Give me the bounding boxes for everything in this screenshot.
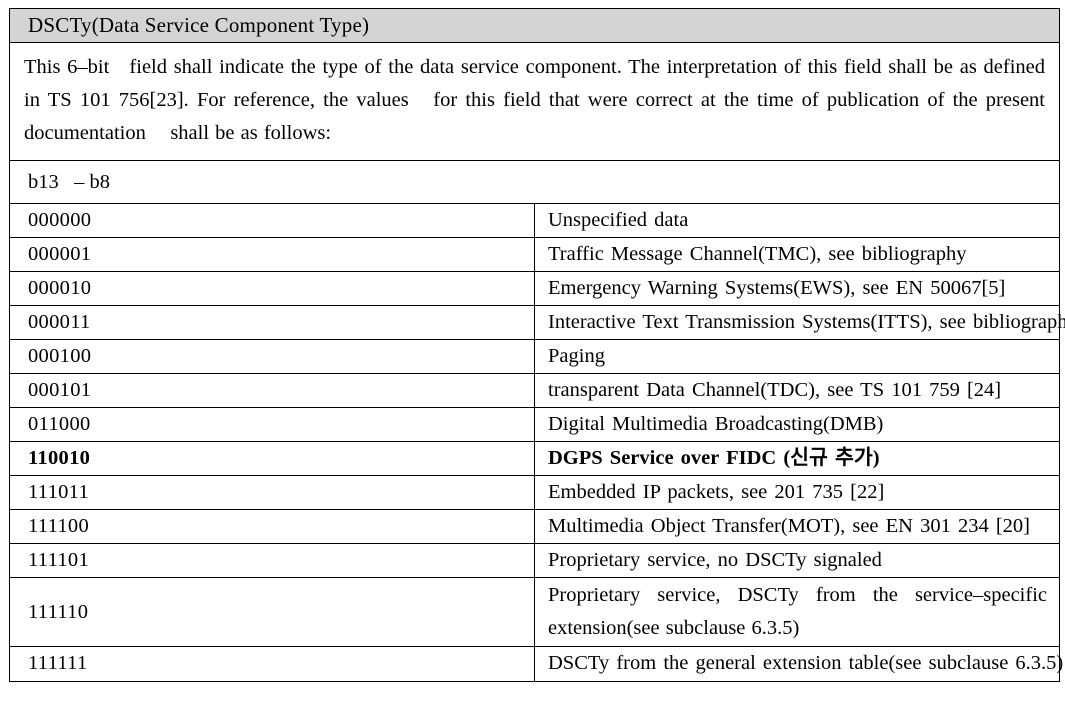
code-value: 110010 [28,447,91,469]
description-value: Paging [548,345,605,367]
dscty-values-table: b13 – b8 000000 Unspecified data 000001 Tra… [10,161,1065,681]
cell-description: Digital Multimedia Broadcasting(DMB) [534,407,1059,442]
code-value: 000010 [28,277,92,299]
table-row: 000010 Emergency Warning Systems(EWS), se… [10,271,1059,306]
cell-code: 111111 [10,646,535,681]
description-value: Multimedia Object Transfer(MOT), see EN … [548,515,1030,537]
cell-description: Interactive Text Transmission Systems(IT… [534,305,1065,340]
code-value: 111100 [28,515,90,537]
description-value: Unspecified data [548,209,689,231]
dscty-definition-block: DSCTy(Data Service Component Type) This … [9,8,1065,682]
cell-description: Emergency Warning Systems(EWS), see EN 5… [534,271,1059,306]
description-value: DSCTy from the general extension table(s… [548,652,1064,675]
table-row: 110010 DGPS Service over FIDC (신규 추가) [10,441,1059,476]
table-row: 000100 Paging [10,339,1059,374]
cell-code: 111110 [10,577,535,647]
code-value: 000101 [28,379,92,401]
cell-code: 000100 [10,339,535,374]
description-value: Traffic Message Channel(TMC), see biblio… [548,243,967,265]
table-row: 000011 Interactive Text Transmission Syst… [10,305,1065,340]
code-value: 111101 [28,549,90,571]
table-row: 111110 Proprietary service, DSCTy from th… [10,577,1059,647]
table-row: 000101 transparent Data Channel(TDC), see… [10,373,1059,408]
cell-code: 000011 [10,305,535,340]
cell-description: transparent Data Channel(TDC), see TS 10… [534,373,1059,408]
table-row: 111011 Embedded IP packets, see 201 735 [… [10,475,1059,510]
cell-code: 011000 [10,407,535,442]
section-header-title: DSCTy(Data Service Component Type) [10,9,1059,43]
code-value: 000001 [28,243,92,265]
description-value: DGPS Service over FIDC (신규 추가) [548,447,880,469]
cell-description: Proprietary service, no DSCTy signaled [534,543,1059,578]
table-row: 011000 Digital Multimedia Broadcasting(DM… [10,407,1059,442]
cell-description: Unspecified data [534,203,1059,238]
table-row: 000001 Traffic Message Channel(TMC), see … [10,237,1059,272]
document-page: DSCTy(Data Service Component Type) This … [0,0,1065,709]
code-value: 011000 [28,413,91,435]
cell-code: 111101 [10,543,535,578]
description-paragraph: This 6–bit field shall indicate the type… [24,56,1052,144]
description-value: Proprietary service, DSCTy from the serv… [548,584,1047,639]
table-row: 111100 Multimedia Object Transfer(MOT), s… [10,509,1059,544]
description-value: Embedded IP packets, see 201 735 [22] [548,481,885,503]
table-row: 111101 Proprietary service, no DSCTy sign… [10,543,1059,578]
cell-code: 110010 [10,441,535,476]
code-value: 111110 [28,600,89,623]
cell-description: Embedded IP packets, see 201 735 [22] [534,475,1059,510]
code-value: 000100 [28,345,92,367]
description-value: Interactive Text Transmission Systems(IT… [548,311,1065,333]
code-value: 111111 [28,652,88,675]
description-value: Proprietary service, no DSCTy signaled [548,549,882,571]
table-row: 111111 DSCTy from the general extension t… [10,646,1064,681]
cell-code: 000101 [10,373,535,408]
cell-code: 000001 [10,237,535,272]
description-value: Emergency Warning Systems(EWS), see EN 5… [548,277,1006,299]
cell-description: Paging [534,339,1059,374]
description-cell: This 6–bit field shall indicate the type… [10,43,1059,161]
cell-description: Proprietary service, DSCTy from the serv… [534,577,1059,647]
code-value: 000000 [28,209,92,231]
cell-code: 000010 [10,271,535,306]
code-value: 000011 [28,311,91,333]
cell-description: Traffic Message Channel(TMC), see biblio… [534,237,1059,272]
cell-description: DGPS Service over FIDC (신규 추가) [534,441,1059,476]
bits-range-label: b13 – b8 [10,161,1059,204]
table-row-bits-header: b13 – b8 [10,161,1059,204]
values-table-body: b13 – b8 000000 Unspecified data 000001 Tra… [10,161,1065,681]
cell-description: Multimedia Object Transfer(MOT), see EN … [534,509,1059,544]
cell-description: DSCTy from the general extension table(s… [534,646,1064,681]
table-row: 000000 Unspecified data [10,203,1059,238]
description-value: Digital Multimedia Broadcasting(DMB) [548,413,884,435]
code-value: 111011 [28,481,90,503]
cell-code: 111100 [10,509,535,544]
cell-code: 111011 [10,475,535,510]
description-value: transparent Data Channel(TDC), see TS 10… [548,379,1002,401]
cell-code: 000000 [10,203,535,238]
